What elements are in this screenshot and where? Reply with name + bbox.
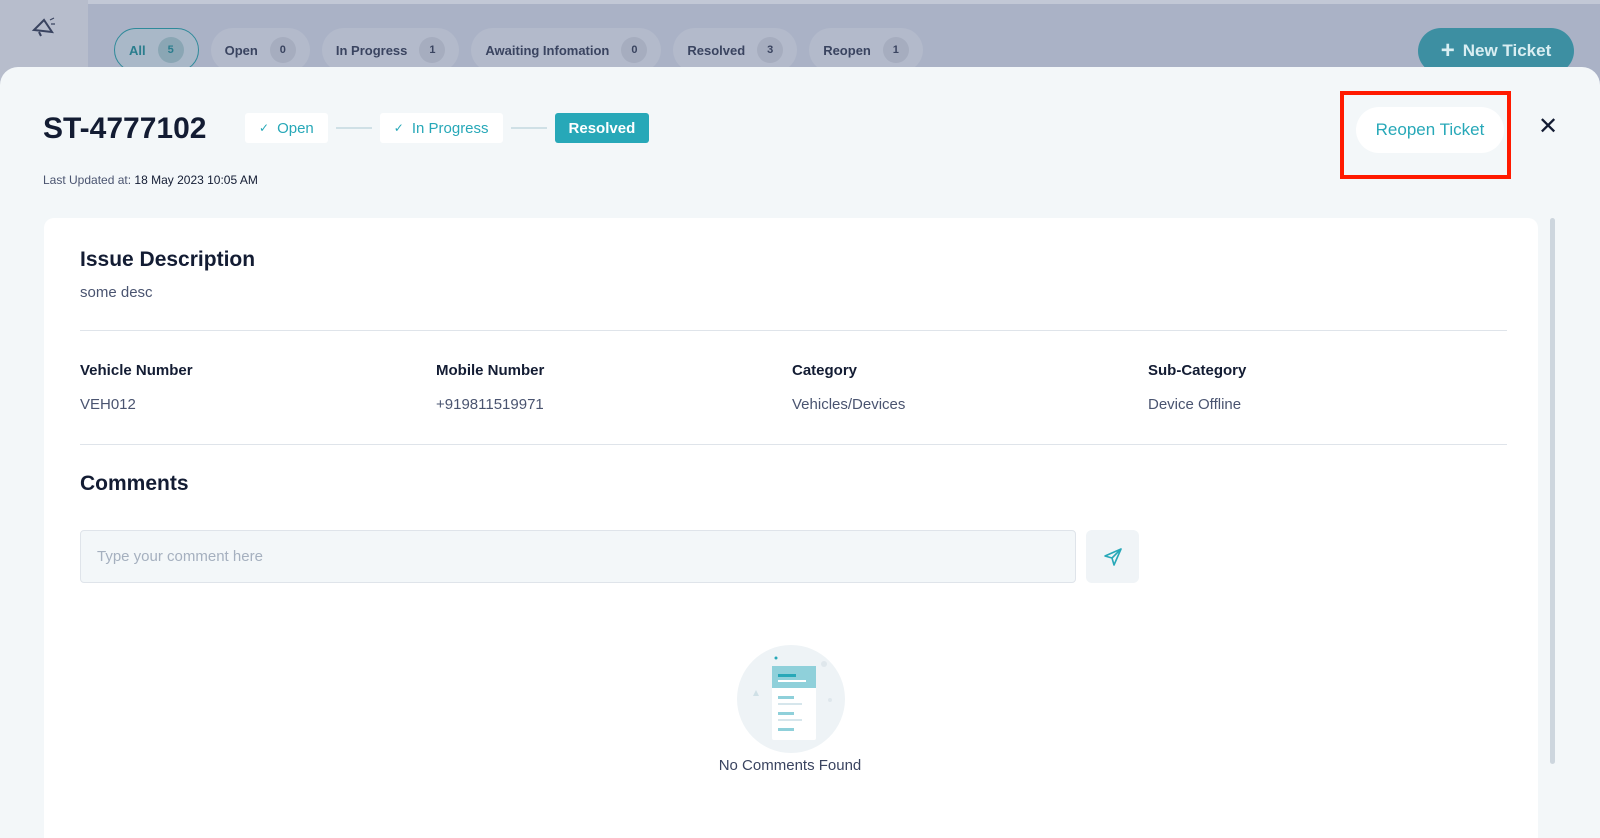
tab-in-progress[interactable]: In Progress 1 — [321, 28, 460, 72]
step-in-progress: ✓ In Progress — [379, 113, 503, 143]
tab-label: All — [129, 42, 146, 58]
issue-description-title: Issue Description — [80, 248, 256, 271]
new-ticket-label: New Ticket — [1462, 41, 1552, 60]
tab-count: 1 — [419, 37, 446, 63]
megaphone-icon[interactable] — [30, 14, 58, 42]
step-label: In Progress — [411, 119, 489, 137]
send-icon — [1103, 547, 1122, 566]
tab-count: 0 — [621, 37, 648, 63]
last-updated-value: 18 May 2023 10:05 AM — [134, 173, 258, 187]
ticket-detail-modal: ST-4777102 ✓ Open ✓ In Progress Resolved… — [0, 67, 1600, 838]
last-updated: Last Updated at: 18 May 2023 10:05 AM — [43, 173, 258, 187]
reopen-ticket-button[interactable]: Reopen Ticket — [1356, 107, 1504, 153]
field-label: Vehicle Number — [80, 362, 193, 379]
step-open: ✓ Open — [245, 113, 328, 143]
step-connector — [335, 127, 372, 129]
no-comments-illustration — [737, 645, 845, 753]
field-value: Vehicles/Devices — [792, 396, 906, 413]
tab-label: Reopen — [823, 42, 871, 58]
tab-all[interactable]: All 5 — [114, 28, 199, 72]
step-connector — [510, 127, 547, 129]
tab-awaiting-information[interactable]: Awaiting Infomation 0 — [471, 28, 662, 72]
tab-count: 1 — [882, 37, 909, 63]
step-label: Resolved — [568, 119, 636, 137]
step-label: Open — [277, 119, 314, 137]
reopen-highlight-box: Reopen Ticket — [1340, 91, 1511, 179]
issue-description-text: some desc — [80, 284, 153, 301]
last-updated-label: Last Updated at: — [43, 173, 132, 187]
send-comment-button[interactable] — [1086, 530, 1139, 583]
scrollbar[interactable] — [1550, 218, 1555, 764]
field-value: VEH012 — [80, 396, 136, 413]
check-icon: ✓ — [259, 121, 270, 135]
plus-icon: + — [1440, 37, 1455, 64]
field-label: Category — [792, 362, 858, 379]
top-bar — [88, 0, 1600, 4]
close-icon[interactable]: ✕ — [1536, 115, 1560, 139]
tab-count: 5 — [157, 37, 184, 63]
status-filter-tabs: All 5 Open 0 In Progress 1 Awaiting Info… — [114, 28, 923, 72]
tab-reopen[interactable]: Reopen 1 — [809, 28, 923, 72]
tab-label: In Progress — [335, 42, 408, 58]
check-icon: ✓ — [393, 121, 404, 135]
field-category: Category Vehicles/Devices — [792, 362, 1132, 413]
divider — [80, 444, 1507, 445]
comment-input[interactable] — [80, 530, 1076, 583]
field-label: Sub-Category — [1148, 362, 1247, 379]
tab-label: Resolved — [687, 42, 746, 58]
field-sub-category: Sub-Category Device Offline — [1148, 362, 1488, 413]
field-label: Mobile Number — [436, 362, 545, 379]
comments-title: Comments — [80, 472, 189, 495]
step-resolved: Resolved — [554, 113, 650, 143]
tab-open[interactable]: Open 0 — [210, 28, 310, 72]
field-vehicle-number: Vehicle Number VEH012 — [80, 362, 420, 413]
tab-label: Awaiting Infomation — [485, 42, 610, 58]
tab-count: 3 — [757, 37, 784, 63]
tab-label: Open — [224, 42, 258, 58]
tab-resolved[interactable]: Resolved 3 — [673, 28, 798, 72]
ticket-id: ST-4777102 — [43, 112, 207, 145]
field-mobile-number: Mobile Number +919811519971 — [436, 362, 776, 413]
tab-count: 0 — [269, 37, 296, 63]
divider — [80, 330, 1507, 331]
ticket-details-card: Issue Description some desc Vehicle Numb… — [44, 218, 1538, 838]
field-value: +919811519971 — [436, 396, 544, 413]
no-comments-text: No Comments Found — [718, 757, 862, 774]
field-value: Device Offline — [1148, 396, 1242, 413]
status-stepper: ✓ Open ✓ In Progress Resolved — [245, 113, 650, 143]
